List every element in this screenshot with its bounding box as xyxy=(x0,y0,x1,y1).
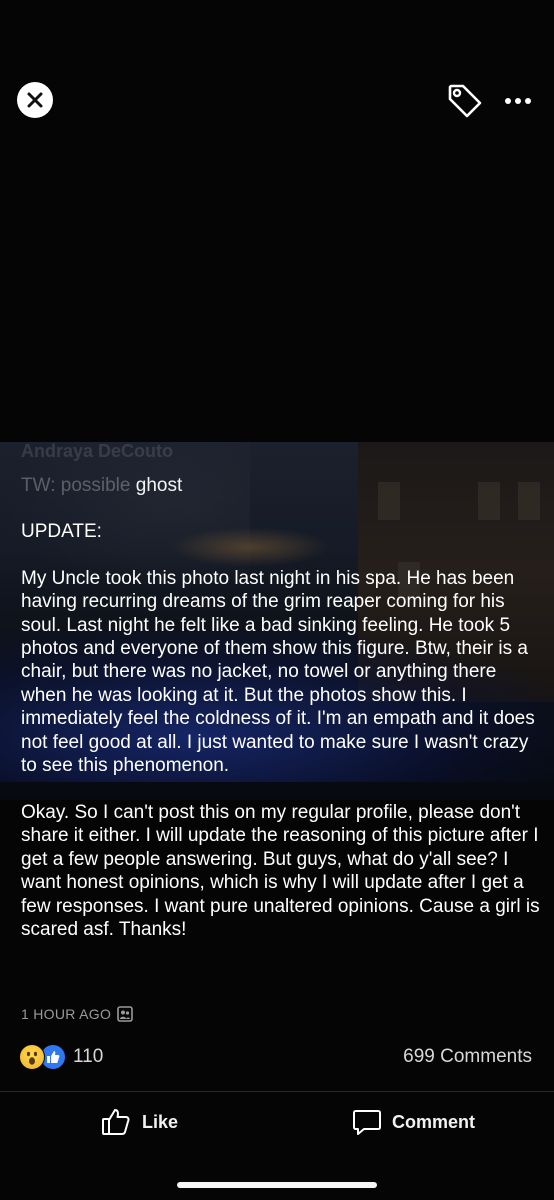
like-label: Like xyxy=(142,1111,179,1132)
top-bar xyxy=(0,0,554,140)
author-name[interactable]: Andraya DeCouto xyxy=(21,441,173,462)
more-options-button[interactable] xyxy=(502,88,536,114)
like-button[interactable]: Like xyxy=(100,1104,178,1140)
reaction-count: 110 xyxy=(73,1046,104,1067)
comments-count[interactable]: 699 Comments xyxy=(403,1046,532,1068)
post-meta: 1 HOUR AGO xyxy=(21,1006,133,1022)
post-subtitle: TW: possible ghost xyxy=(21,475,182,497)
divider xyxy=(0,1091,554,1092)
tag-icon xyxy=(448,84,482,118)
comment-label: Comment xyxy=(392,1111,476,1132)
comment-button[interactable]: Comment xyxy=(352,1104,475,1140)
home-indicator[interactable] xyxy=(177,1182,377,1188)
thumbs-up-icon xyxy=(102,1109,130,1135)
close-button[interactable] xyxy=(17,82,53,118)
tag-button[interactable] xyxy=(446,82,484,120)
post-body: UPDATE: My Uncle took this photo last ni… xyxy=(21,521,540,940)
friends-icon xyxy=(117,1006,133,1022)
subtitle-faded: TW: possible xyxy=(21,475,131,496)
comment-bubble-icon xyxy=(353,1110,381,1135)
close-icon xyxy=(27,92,43,108)
reactions-summary[interactable]: 110 xyxy=(19,1044,103,1070)
subtitle-visible: ghost xyxy=(130,475,183,496)
timestamp: 1 HOUR AGO xyxy=(21,1006,112,1022)
more-options-icon xyxy=(505,98,531,104)
wow-reaction-icon xyxy=(19,1044,45,1070)
